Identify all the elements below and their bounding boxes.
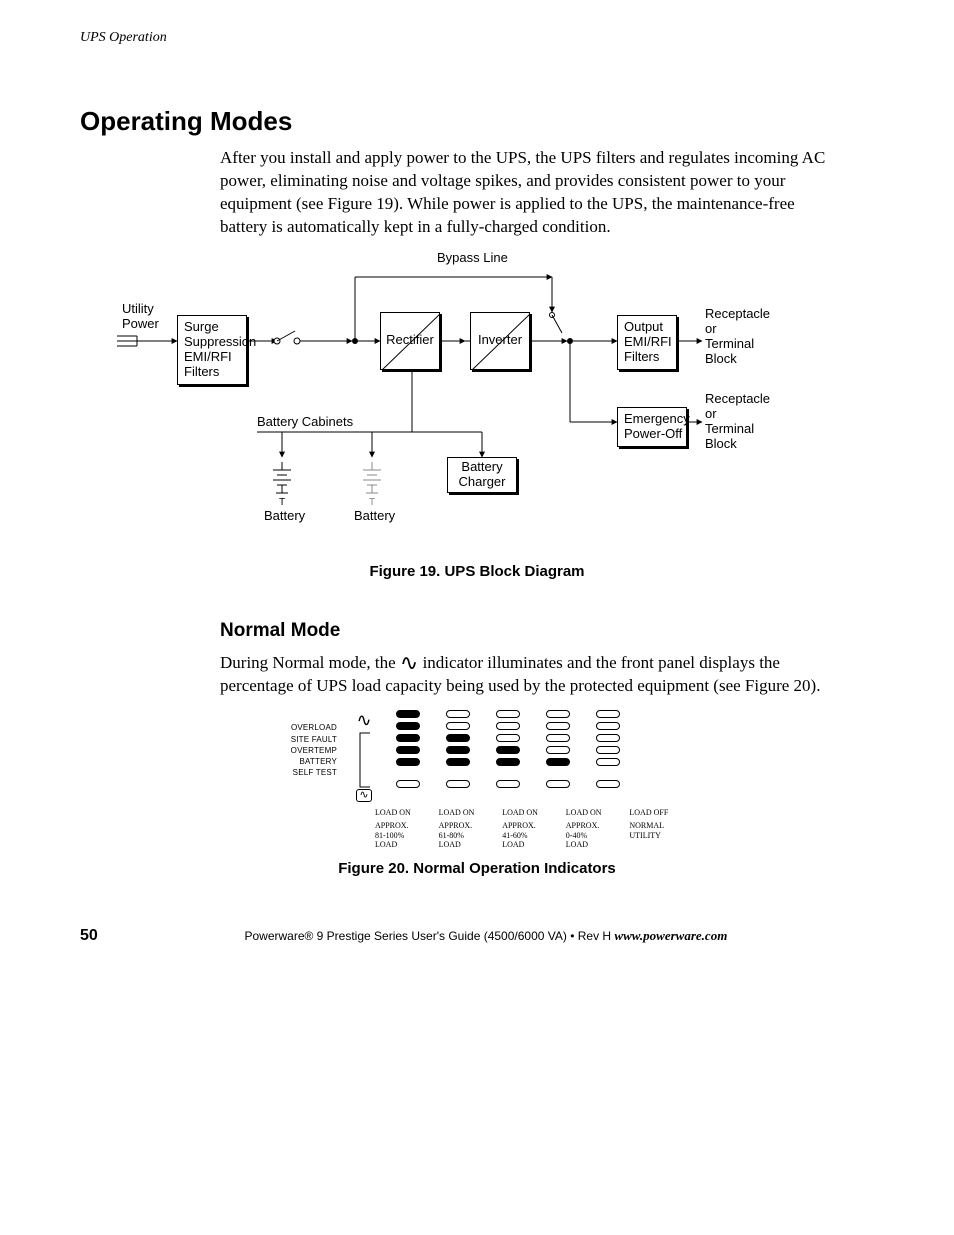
led-bar [496,722,520,730]
output-filters-box: Output EMI/RFI Filters [617,315,677,370]
load-line: LOAD ON [502,808,550,818]
led-bar [496,734,520,742]
svg-text:T: T [279,497,285,508]
bracket-icon [356,731,372,789]
receptacle-label-1: Receptacle or Terminal Block [705,307,770,367]
lamp-indicator [546,780,570,788]
battery-cabinets-label: Battery Cabinets [257,415,353,430]
indicator-column [491,710,525,788]
load-sub: APPROX. 0-40% LOAD [566,821,600,849]
battery-label-1: Battery [264,509,305,524]
fault-label: SELF TEST [277,767,337,778]
fault-label-column: OVERLOAD SITE FAULT OVERTEMP BATTERY SEL… [277,710,337,778]
operating-modes-heading: Operating Modes [80,106,874,137]
load-sub: APPROX. 41-60% LOAD [502,821,536,849]
figure-20-caption: Figure 20. Normal Operation Indicators [80,860,874,877]
led-bar [496,758,520,766]
rectifier-box: Rectifier [380,312,440,370]
sine-wave-icon: ∿ [400,650,418,675]
page-number: 50 [80,927,98,945]
normal-mode-paragraph: During Normal mode, the ∿ indicator illu… [220,646,834,699]
receptacle-label-2: Receptacle or Terminal Block [705,392,770,452]
indicator-column [391,710,425,788]
led-bar [496,746,520,754]
led-bar [546,722,570,730]
led-bar [446,722,470,730]
lamp-indicator [446,780,470,788]
led-bar [446,758,470,766]
load-sub: NORMAL UTILITY [629,821,664,840]
led-bar [396,722,420,730]
load-sub: APPROX. 81-100% LOAD [375,821,409,849]
fault-label: OVERLOAD [277,722,337,733]
surge-suppression-box: Surge Suppression EMI/RFI Filters [177,315,247,385]
led-bar [596,722,620,730]
battery-charger-box: Battery Charger [447,457,517,493]
lamp-indicator [496,780,520,788]
led-bar [546,746,570,754]
load-line: LOAD OFF [629,808,677,818]
page-footer: 50 Powerware® 9 Prestige Series User's G… [0,927,954,945]
led-bar [546,734,570,742]
fault-label: OVERTEMP [277,745,337,756]
battery-label-2: Battery [354,509,395,524]
led-bar [396,710,420,718]
utility-power-label: Utility Power [122,302,159,332]
load-line: LOAD ON [439,808,487,818]
footer-url: www.powerware.com [614,928,727,943]
led-bar [396,734,420,742]
bypass-line-label: Bypass Line [437,251,508,266]
led-bar [446,746,470,754]
led-bar [596,758,620,766]
column-captions: LOAD ON APPROX. 81-100% LOAD LOAD ON APPRO… [375,808,677,849]
running-header: UPS Operation [80,30,874,46]
figure-20-indicators: OVERLOAD SITE FAULT OVERTEMP BATTERY SEL… [277,710,677,849]
lamp-indicator [596,780,620,788]
normal-para-pre: During Normal mode, the [220,653,400,672]
led-bar [546,710,570,718]
normal-mode-heading: Normal Mode [220,620,874,642]
indicator-column [541,710,575,788]
led-bar [446,710,470,718]
inverter-on-icon: ∿ [356,789,371,802]
indicator-column [441,710,475,788]
page: UPS Operation Operating Modes After you … [0,0,954,1235]
led-bar [596,734,620,742]
load-line: LOAD ON [375,808,423,818]
led-bar [496,710,520,718]
footer-text: Powerware® 9 Prestige Series User's Guid… [244,929,614,943]
figure-19-block-diagram: T T Bypass Line Utility Power Surge Supp… [127,257,827,557]
svg-text:T: T [369,497,375,508]
sine-wave-icon: ∿ [356,710,371,731]
led-bar [596,710,620,718]
lamp-indicator [396,780,420,788]
epo-box: Emergency Power-Off [617,407,687,447]
inverter-box: Inverter [470,312,530,370]
mode-icon-column: ∿ ∿ [353,710,375,802]
led-bar [396,758,420,766]
figure-19-caption: Figure 19. UPS Block Diagram [80,563,874,580]
intro-paragraph: After you install and apply power to the… [220,147,834,239]
led-bar [446,734,470,742]
load-sub: APPROX. 61-80% LOAD [439,821,473,849]
load-line: LOAD ON [566,808,614,818]
indicator-column [591,710,625,788]
led-bar [596,746,620,754]
led-bar [396,746,420,754]
fault-label: SITE FAULT [277,734,337,745]
led-bar [546,758,570,766]
fault-label: BATTERY [277,756,337,767]
